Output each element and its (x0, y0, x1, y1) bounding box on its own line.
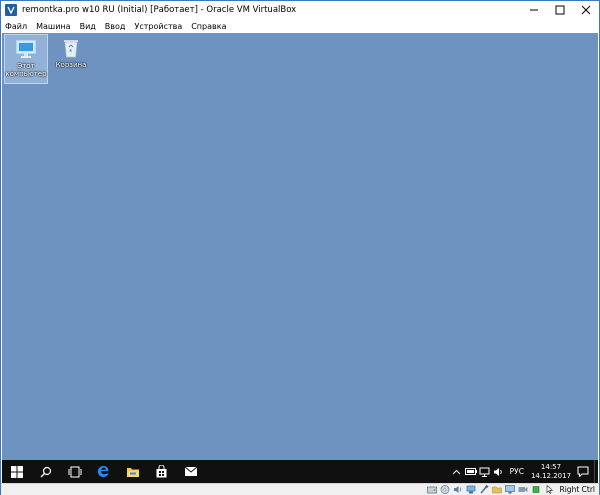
file-explorer-icon (126, 467, 139, 477)
virtualbox-icon[interactable] (4, 3, 18, 17)
computer-icon (15, 38, 37, 60)
close-icon (581, 5, 591, 15)
search-button[interactable] (31, 460, 60, 483)
chevron-up-icon (452, 469, 461, 474)
notification-icon (577, 466, 589, 477)
host-key-label: Right Ctrl (559, 485, 595, 494)
virtualbox-window: remontka.pro w10 RU (Initial) [Работает]… (0, 0, 600, 495)
show-hidden-icons-button[interactable] (450, 460, 464, 483)
menu-file[interactable]: Файл (5, 22, 27, 31)
mail-icon (184, 466, 197, 476)
search-icon (40, 466, 51, 477)
edge-button[interactable] (89, 460, 118, 483)
clock[interactable]: 14:57 14.12.2017 (530, 463, 572, 481)
file-explorer-button[interactable] (118, 460, 147, 483)
network-icon (479, 467, 490, 477)
desktop-icon-label: Этот компьютер (5, 62, 47, 78)
action-center-button[interactable] (572, 460, 594, 483)
title-bar[interactable]: remontka.pro w10 RU (Initial) [Работает]… (1, 1, 599, 19)
taskbar: РУС 14:57 14.12.2017 (2, 460, 598, 483)
optical-icon[interactable] (440, 485, 451, 495)
close-button[interactable] (573, 1, 599, 19)
volume-icon (494, 467, 502, 476)
menu-view[interactable]: Вид (80, 22, 96, 31)
task-view-button[interactable] (60, 460, 89, 483)
menu-devices[interactable]: Устройства (134, 22, 182, 31)
cpu-icon[interactable] (531, 485, 542, 495)
maximize-button[interactable] (547, 1, 573, 19)
battery-icon (464, 468, 477, 475)
usb-icon[interactable] (479, 485, 490, 495)
display-icon[interactable] (505, 485, 516, 495)
store-icon (156, 465, 167, 478)
start-button[interactable] (2, 460, 31, 483)
desktop-icon-label: Корзина (55, 61, 87, 69)
input-language[interactable]: РУС (510, 467, 524, 476)
menu-input[interactable]: Ввод (105, 22, 126, 31)
system-tray: РУС 14:57 14.12.2017 (450, 460, 598, 483)
battery-tray[interactable] (464, 460, 478, 483)
clock-time: 14:57 (540, 462, 562, 471)
menu-help[interactable]: Справка (191, 22, 226, 31)
network-tray[interactable] (478, 460, 492, 483)
network-adapter-icon[interactable] (466, 485, 477, 495)
shared-folder-icon[interactable] (492, 485, 503, 495)
guest-desktop[interactable]: Этот компьютер Корзина (2, 33, 598, 460)
start-icon (10, 465, 23, 478)
menu-bar: Файл Машина Вид Ввод Устройства Справка (1, 19, 599, 33)
show-desktop-button[interactable] (594, 460, 598, 483)
desktop-icon-recycle-bin[interactable]: Корзина (49, 34, 93, 84)
volume-tray[interactable] (492, 460, 506, 483)
audio-icon[interactable] (453, 485, 464, 495)
window-title: remontka.pro w10 RU (Initial) [Работает]… (22, 5, 297, 15)
mail-button[interactable] (176, 460, 205, 483)
recycle-bin-icon (60, 37, 82, 59)
clock-date: 14.12.2017 (530, 471, 572, 480)
minimize-button[interactable] (521, 1, 547, 19)
menu-machine[interactable]: Машина (36, 22, 70, 31)
desktop-icon-this-pc[interactable]: Этот компьютер (4, 34, 48, 84)
mouse-integration-icon[interactable] (544, 485, 555, 495)
recording-icon[interactable] (518, 485, 529, 495)
task-view-icon (68, 466, 81, 477)
minimize-icon (530, 9, 538, 11)
store-button[interactable] (147, 460, 176, 483)
maximize-icon (555, 5, 565, 15)
hdd-icon[interactable] (427, 485, 438, 495)
edge-icon (98, 466, 109, 477)
vm-status-bar: Right Ctrl (1, 483, 599, 495)
